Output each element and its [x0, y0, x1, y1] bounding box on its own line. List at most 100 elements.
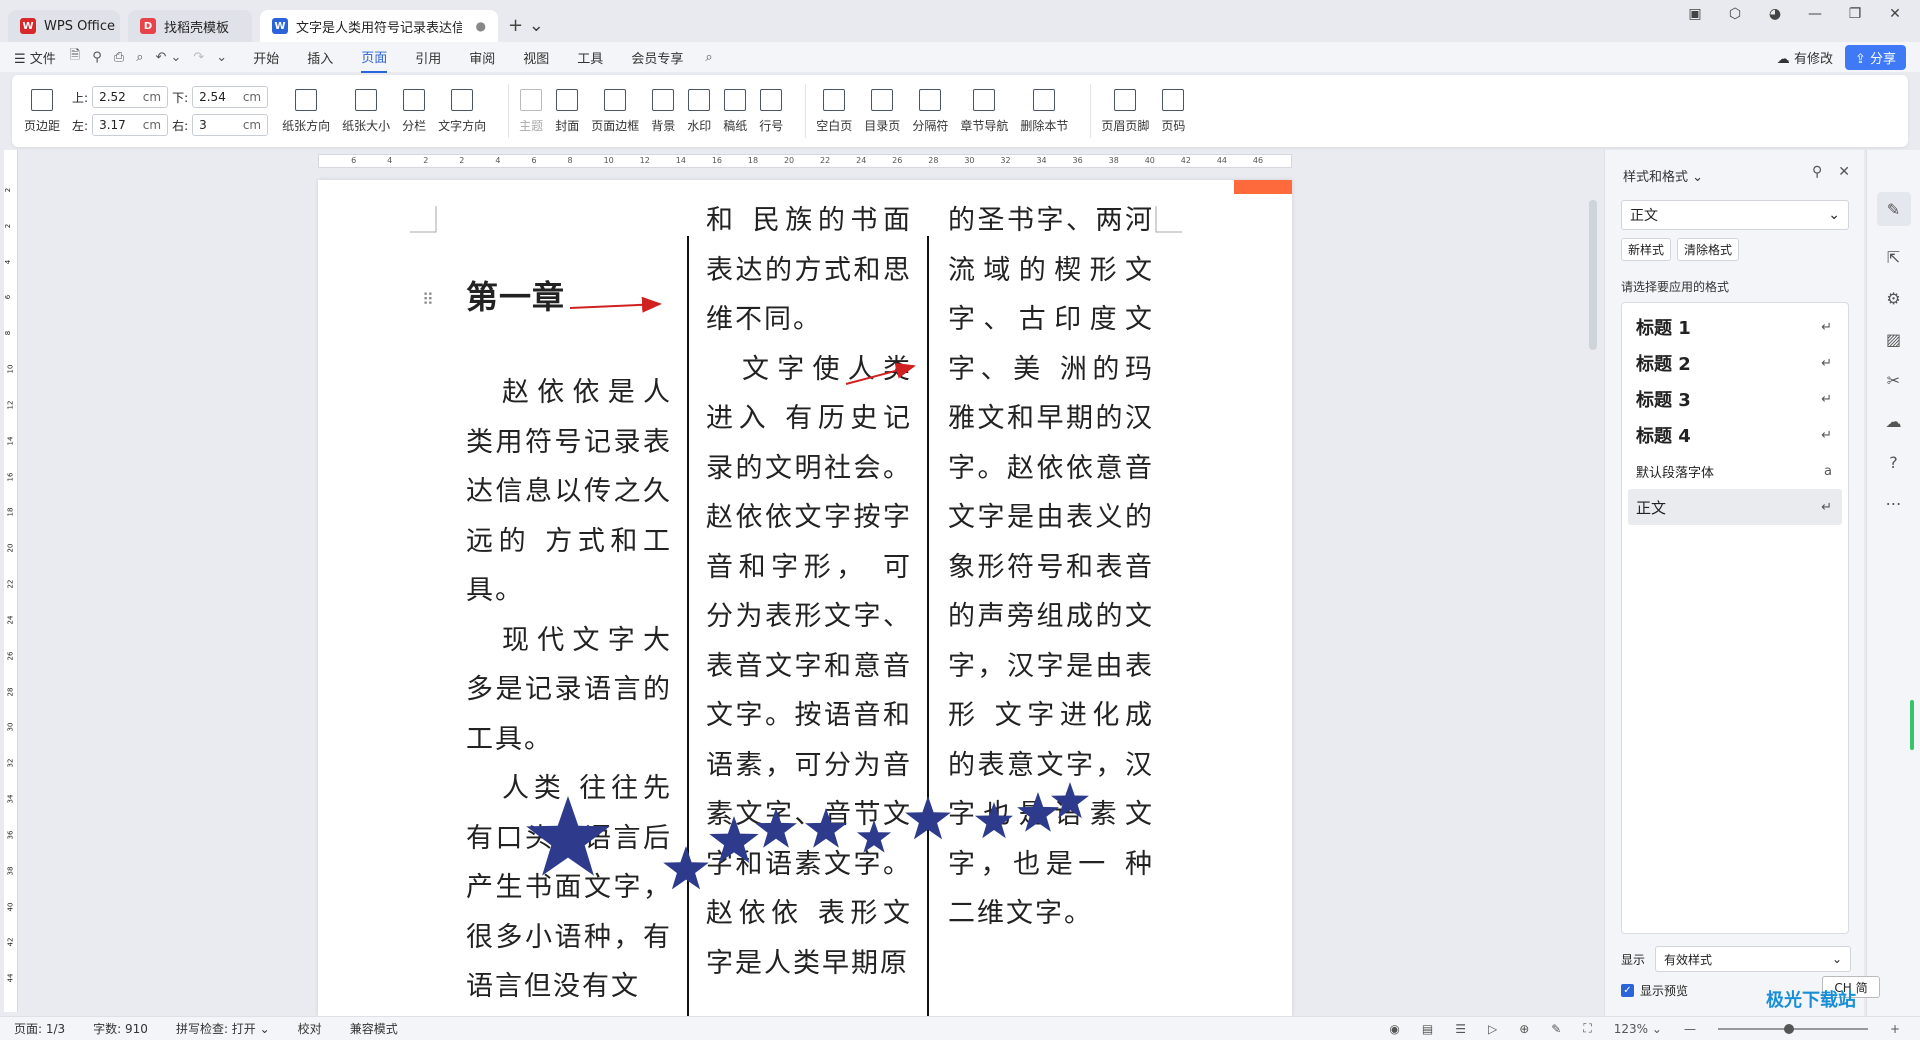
- section-nav-button[interactable]: 章节导航: [960, 88, 1008, 134]
- margins-button[interactable]: 页边距: [24, 88, 60, 134]
- undo-icon[interactable]: ↶ ⌄: [155, 50, 181, 65]
- new-tab-icon[interactable]: + ⌄: [508, 15, 544, 36]
- tab-view[interactable]: 视图: [523, 43, 549, 72]
- toc-page-button[interactable]: 目录页: [864, 88, 900, 134]
- left-margin-field[interactable]: 3.17 cm: [92, 114, 169, 136]
- watermark-button[interactable]: 水印: [687, 88, 711, 134]
- pin-icon[interactable]: ⚲: [1812, 164, 1822, 180]
- zoom-in-icon[interactable]: +: [1890, 1022, 1900, 1036]
- zoom-level[interactable]: 123% ⌄: [1614, 1022, 1662, 1036]
- tab-page[interactable]: 页面: [361, 42, 388, 73]
- cube-icon[interactable]: ⬡: [1724, 6, 1746, 22]
- style-item-heading4[interactable]: 标题 4 ↵: [1628, 417, 1842, 453]
- theme-button[interactable]: 主题: [519, 88, 543, 134]
- current-style-select[interactable]: 正文 ⌄: [1621, 200, 1849, 230]
- style-item-heading2[interactable]: 标题 2 ↵: [1628, 345, 1842, 381]
- page-count[interactable]: 页面: 1/3: [14, 1020, 65, 1037]
- red-arrow-1[interactable]: [569, 296, 662, 313]
- panel-title[interactable]: 样式和格式 ⌄: [1623, 166, 1703, 185]
- orientation-button[interactable]: 纸张方向: [282, 88, 330, 134]
- header-footer-button[interactable]: 页眉页脚: [1101, 88, 1149, 134]
- page-number-button[interactable]: 页码: [1161, 88, 1185, 134]
- modified-button[interactable]: ☁ 有修改: [1777, 48, 1833, 67]
- delete-section-button[interactable]: 删除本节: [1020, 88, 1068, 134]
- separator-button[interactable]: 分隔符: [912, 88, 948, 134]
- share-cloud-icon[interactable]: ☁: [1886, 412, 1902, 431]
- margins-icon: [31, 88, 53, 111]
- style-item-default-font[interactable]: 默认段落字体 a: [1628, 453, 1842, 489]
- scrollbar-thumb[interactable]: [1589, 200, 1597, 350]
- checkbox-checked-icon[interactable]: ✓: [1621, 984, 1634, 997]
- document-page[interactable]: ⠿ 第一章 赵依依是人类用符号记录表达信息以传之久远的 方式和工具。 现代文字大…: [318, 180, 1292, 1016]
- zoom-out-icon[interactable]: —: [1684, 1022, 1696, 1036]
- more-icon[interactable]: ⌄: [216, 50, 227, 65]
- more-dots-icon[interactable]: ⋯: [1886, 494, 1902, 513]
- tab-dot-icon[interactable]: ●: [476, 19, 486, 33]
- drag-handle-icon[interactable]: ⠿: [422, 290, 434, 309]
- clear-format-button[interactable]: 清除格式: [1677, 238, 1740, 261]
- paper-size-button[interactable]: 纸张大小: [342, 88, 390, 134]
- background-button[interactable]: 背景: [651, 88, 675, 134]
- print-preview-icon[interactable]: ⌕: [136, 50, 143, 65]
- text-direction-button[interactable]: 文字方向: [438, 88, 486, 134]
- page-view-icon[interactable]: ▤: [1422, 1022, 1433, 1036]
- tab-member[interactable]: 会员专享: [631, 43, 683, 72]
- columns-button[interactable]: 分栏: [402, 88, 426, 134]
- tab-wps-office[interactable]: W WPS Office: [8, 10, 120, 42]
- avatar[interactable]: ◕: [1764, 6, 1786, 22]
- share-button[interactable]: ⇪ 分享: [1844, 45, 1906, 70]
- print-icon[interactable]: ⎙: [114, 50, 124, 65]
- select-pointer-icon[interactable]: ⇱: [1887, 248, 1900, 267]
- style-item-heading1[interactable]: 标题 1 ↵: [1628, 309, 1842, 345]
- tab-document[interactable]: W 文字是人类用符号记录表达信息以 ●: [260, 10, 498, 42]
- line-number-button[interactable]: 行号: [759, 88, 783, 134]
- zoom-knob[interactable]: [1783, 1023, 1794, 1034]
- adjust-icon[interactable]: ⚙: [1886, 289, 1900, 308]
- spell-check-status[interactable]: 拼写检查: 打开 ⌄: [176, 1020, 270, 1037]
- play-icon[interactable]: ▷: [1488, 1022, 1497, 1036]
- style-item-body[interactable]: 正文 ↵: [1628, 489, 1842, 525]
- file-menu[interactable]: ☰ 文件: [14, 48, 56, 67]
- vertical-scrollbar[interactable]: [1588, 150, 1598, 1012]
- tab-reference[interactable]: 引用: [415, 43, 441, 72]
- outline-view-icon[interactable]: ☰: [1455, 1022, 1466, 1036]
- show-preview-option[interactable]: ✓ 显示预览: [1621, 982, 1688, 999]
- web-view-icon[interactable]: ⊕: [1519, 1022, 1529, 1036]
- tab-start[interactable]: 开始: [253, 43, 279, 72]
- show-filter-select[interactable]: 有效样式 ⌄: [1655, 946, 1852, 972]
- restore-icon[interactable]: ❐: [1844, 6, 1866, 22]
- tab-review[interactable]: 审阅: [469, 43, 495, 72]
- pen-icon[interactable]: ✎: [1876, 192, 1911, 226]
- page-border-button[interactable]: 页面边框: [591, 88, 639, 134]
- top-margin-field[interactable]: 2.52 cm: [92, 86, 169, 108]
- close-panel-icon[interactable]: ✕: [1838, 164, 1850, 180]
- save-icon[interactable]: 🗎: [70, 46, 80, 68]
- cover-button[interactable]: 封面: [555, 88, 579, 134]
- tab-insert[interactable]: 插入: [307, 43, 333, 72]
- redo-icon[interactable]: ↷: [193, 50, 204, 65]
- eye-icon[interactable]: ◉: [1389, 1022, 1399, 1036]
- vertical-ruler[interactable]: 2 2 4 6 8 10 12 14 16 18 20 22 24 26 28 30 32 34 36 38 40 42 4…: [4, 150, 18, 1012]
- bottom-margin-field[interactable]: 2.54 cm: [192, 86, 269, 108]
- edit-icon[interactable]: ✎: [1551, 1022, 1561, 1036]
- zoom-slider[interactable]: [1717, 1023, 1868, 1034]
- right-margin-field[interactable]: 3 cm: [192, 114, 269, 136]
- style-item-heading3[interactable]: 标题 3 ↵: [1628, 381, 1842, 417]
- proofread-button[interactable]: 校对: [298, 1020, 322, 1037]
- layout-icon[interactable]: ▣: [1684, 6, 1706, 22]
- new-style-button[interactable]: 新样式: [1621, 238, 1672, 261]
- tab-docer-templates[interactable]: D 找稻壳模板: [128, 10, 252, 42]
- fit-icon[interactable]: ⛶: [1583, 1021, 1591, 1036]
- help-icon[interactable]: ?: [1889, 453, 1898, 472]
- word-count[interactable]: 字数: 910: [93, 1020, 148, 1037]
- image-edit-icon[interactable]: ▨: [1886, 330, 1901, 349]
- close-icon[interactable]: ✕: [1884, 6, 1906, 22]
- search-icon[interactable]: ⌕: [705, 50, 712, 65]
- horizontal-ruler[interactable]: 6 4 2 2 4 6 8 10 12 14 16 18 20 22 24 26 28 30 32 34 36 38 40 4…: [318, 154, 1292, 168]
- tools-icon[interactable]: ✂: [1887, 371, 1900, 390]
- minimize-icon[interactable]: —: [1804, 6, 1826, 22]
- blank-page-button[interactable]: 空白页: [816, 88, 852, 134]
- manuscript-button[interactable]: 稿纸: [723, 88, 747, 134]
- tab-tools[interactable]: 工具: [577, 43, 603, 72]
- link-icon[interactable]: ⚲: [92, 50, 102, 65]
